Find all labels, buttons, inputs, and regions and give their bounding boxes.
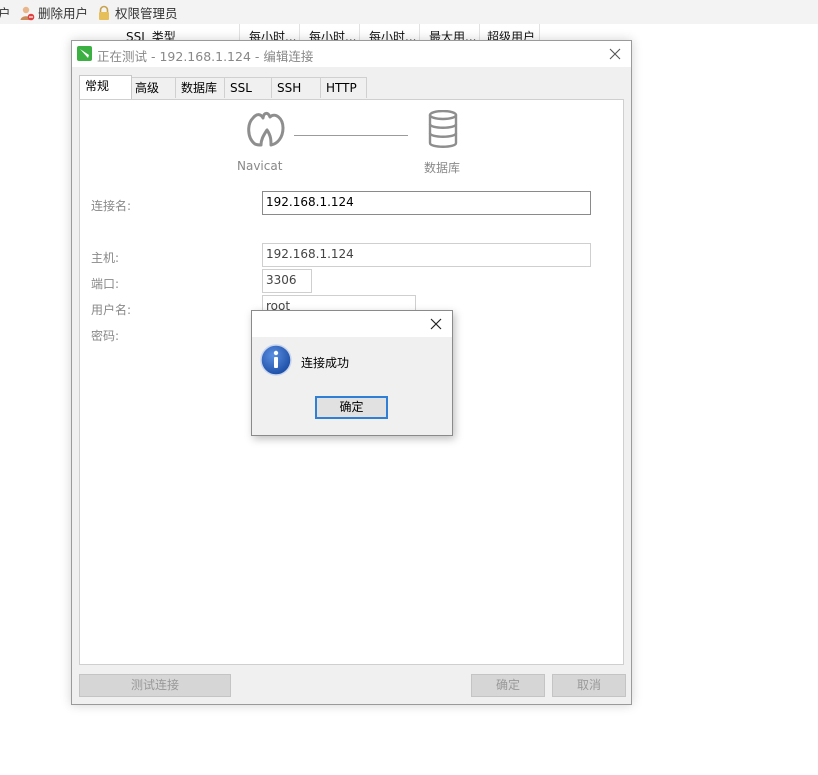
- tab-ssl[interactable]: SSL: [224, 77, 272, 98]
- navicat-app-icon: [77, 46, 92, 61]
- username-label: 用户名:: [91, 303, 132, 317]
- connection-name-label: 连接名:: [91, 199, 132, 213]
- dialog-close-button[interactable]: [605, 44, 625, 64]
- host-label: 主机:: [91, 251, 120, 265]
- connection-name-input[interactable]: 192.168.1.124: [262, 191, 591, 215]
- message-box-titlebar[interactable]: [252, 311, 452, 337]
- delete-user-button[interactable]: 删除用户: [19, 4, 88, 21]
- cancel-button[interactable]: 取消: [552, 674, 626, 697]
- dialog-title: 正在测试 - 192.168.1.124 - 编辑连接: [97, 49, 314, 64]
- port-label: 端口:: [91, 277, 120, 291]
- info-icon: [260, 344, 292, 376]
- tab-http[interactable]: HTTP: [320, 77, 367, 98]
- test-connection-button[interactable]: 测试连接: [79, 674, 231, 697]
- privilege-admin-button[interactable]: 权限管理员: [96, 4, 178, 21]
- host-input[interactable]: 192.168.1.124: [262, 243, 591, 267]
- message-text: 连接成功: [301, 356, 350, 370]
- password-label: 密码:: [91, 329, 120, 343]
- ok-button[interactable]: 确定: [471, 674, 545, 697]
- lock-icon: [99, 5, 109, 20]
- success-message-box: 连接成功 确定: [251, 310, 453, 436]
- delete-user-icon: [20, 6, 35, 20]
- toolbar-partial-item[interactable]: 户: [0, 4, 11, 21]
- navicat-logo-icon: [247, 111, 285, 147]
- database-icon: [428, 110, 458, 148]
- delete-user-label: 删除用户: [38, 6, 89, 21]
- navicat-label: Navicat: [237, 159, 283, 173]
- dialog-titlebar[interactable]: 正在测试 - 192.168.1.124 - 编辑连接: [72, 41, 631, 67]
- background-toolbar: 户 删除用户 权限管理员: [0, 0, 818, 24]
- close-icon: [430, 318, 442, 330]
- toolbar-partial-label: 户: [0, 6, 11, 21]
- tab-advanced[interactable]: 高级: [129, 77, 176, 98]
- tab-ssh[interactable]: SSH: [271, 77, 321, 98]
- close-icon: [609, 48, 621, 60]
- privilege-admin-label: 权限管理员: [115, 6, 178, 21]
- message-ok-button[interactable]: 确定: [315, 396, 388, 419]
- tab-database[interactable]: 数据库: [175, 77, 225, 98]
- message-box-close-button[interactable]: [426, 314, 446, 334]
- connection-line: [294, 135, 408, 136]
- database-label: 数据库: [424, 161, 461, 175]
- port-input[interactable]: 3306: [262, 269, 312, 293]
- tab-general[interactable]: 常规: [79, 75, 132, 99]
